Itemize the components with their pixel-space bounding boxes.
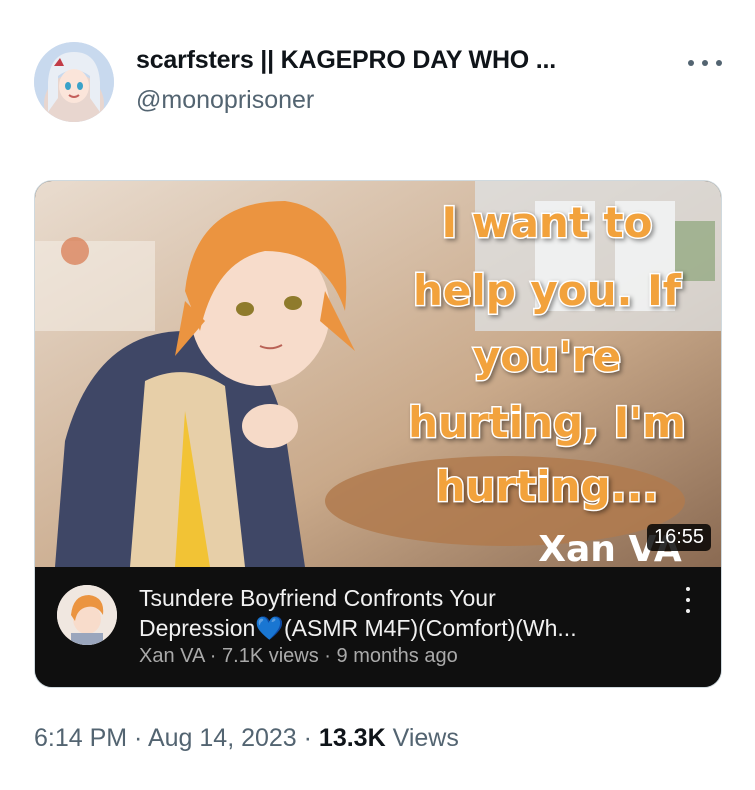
- video-title-line2-start: Depression: [139, 615, 256, 641]
- anime-girl-avatar-icon: [34, 42, 114, 122]
- video-title-line2-end: (ASMR M4F)(Comfort)(Wh...: [283, 615, 577, 641]
- more-options-icon[interactable]: [688, 52, 722, 74]
- video-metadata: Xan VA · 7.1K views · 9 months ago: [139, 645, 458, 667]
- channel-avatar[interactable]: [57, 585, 117, 645]
- post-views-label: Views: [392, 724, 459, 752]
- thumbnail-caption-line: help you. If: [413, 266, 682, 315]
- video-card[interactable]: I want to help you. If you're hurting, I…: [34, 180, 722, 688]
- post-time: 6:14 PM: [34, 724, 128, 752]
- post-timestamp[interactable]: 6:14 PM · Aug 14, 2023 · 13.3K Views: [34, 724, 459, 753]
- author-display-name[interactable]: scarfsters || KAGEPRO DAY WHO ...: [136, 46, 556, 75]
- video-age: 9 months ago: [336, 645, 458, 667]
- channel-avatar-icon: [57, 585, 117, 645]
- blue-heart-icon: 💙: [255, 615, 284, 641]
- video-title[interactable]: Tsundere Boyfriend Confronts Your Depres…: [139, 583, 659, 643]
- video-views: 7.1K views: [222, 645, 319, 667]
- video-duration-badge: 16:55: [647, 524, 712, 551]
- video-more-icon[interactable]: [683, 587, 693, 613]
- video-thumbnail[interactable]: I want to help you. If you're hurting, I…: [35, 181, 721, 567]
- thumbnail-caption-line: you're: [473, 332, 621, 381]
- thumbnail-caption-line: I want to: [442, 198, 653, 247]
- post-views-count: 13.3K: [318, 724, 386, 752]
- video-title-line1: Tsundere Boyfriend Confronts Your: [139, 585, 496, 611]
- post-date: Aug 14, 2023: [147, 724, 297, 752]
- channel-name: Xan VA: [139, 645, 205, 667]
- thumbnail-caption-line: hurting...: [436, 462, 659, 511]
- thumbnail-caption-line: hurting, I'm: [408, 398, 686, 447]
- author-avatar[interactable]: [34, 42, 114, 122]
- author-handle[interactable]: @monoprisoner: [136, 86, 314, 115]
- video-info-bar[interactable]: Tsundere Boyfriend Confronts Your Depres…: [35, 567, 721, 687]
